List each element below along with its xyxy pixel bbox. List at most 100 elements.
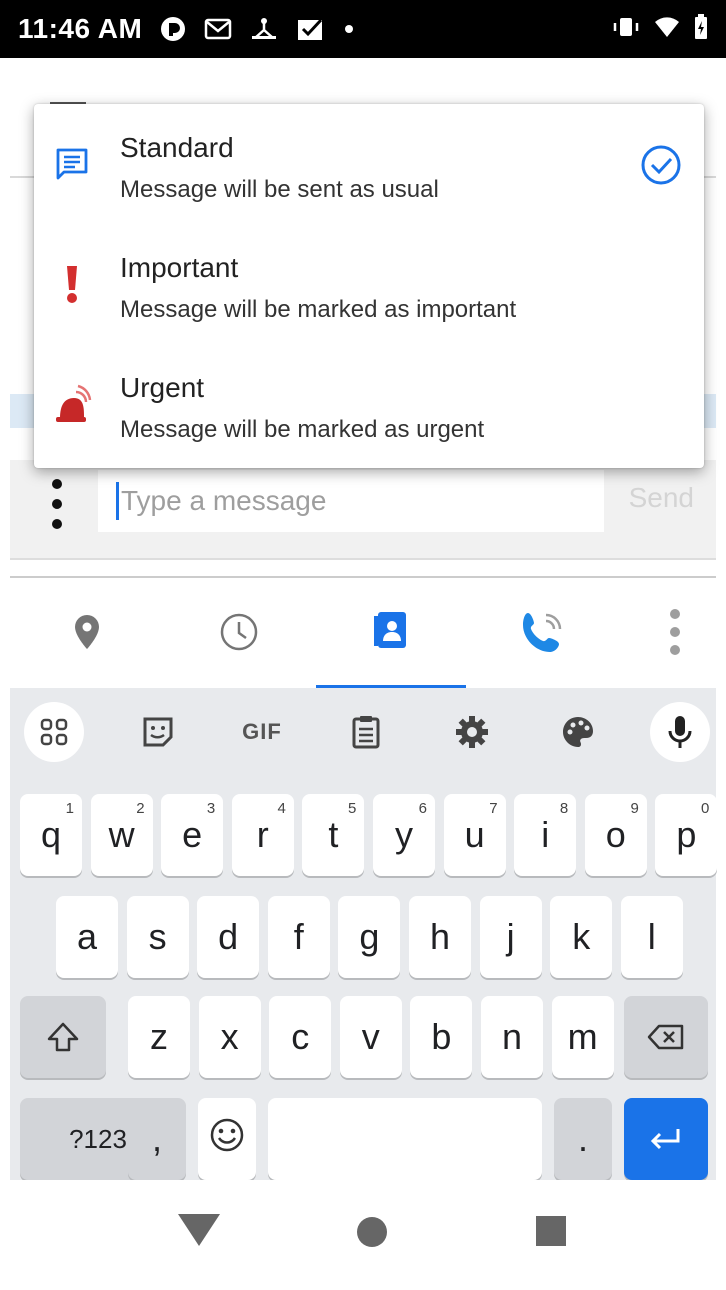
key-label: n: [501, 1016, 523, 1057]
inbox-icon: [296, 16, 326, 42]
mic-icon[interactable]: [650, 702, 710, 762]
key-label: g: [359, 916, 380, 957]
palette-icon[interactable]: [548, 702, 608, 762]
key-d[interactable]: d: [197, 896, 260, 978]
tab-contacts[interactable]: [316, 578, 466, 690]
key-label: e: [182, 814, 203, 855]
attachment-tabs: [10, 576, 716, 690]
status-bar: 11:46 AM: [0, 0, 726, 58]
key-j[interactable]: j: [479, 896, 542, 978]
key-h[interactable]: h: [409, 896, 471, 978]
message-input[interactable]: Type a message: [98, 470, 604, 532]
key-label: f: [293, 916, 304, 957]
keyboard-toolbar: GIF: [10, 688, 716, 780]
key-label: x: [220, 1016, 239, 1057]
key-t[interactable]: t5: [302, 794, 365, 876]
key-i[interactable]: i8: [514, 794, 577, 876]
key-z[interactable]: z: [128, 996, 190, 1078]
gif-label: GIF: [242, 719, 282, 744]
tab-call[interactable]: [468, 578, 618, 690]
tab-location[interactable]: [12, 578, 162, 690]
key-label: r: [256, 814, 269, 855]
key-hint: 1: [65, 800, 74, 817]
key-label: s: [148, 916, 167, 957]
key-hint: 0: [701, 800, 710, 817]
home-icon[interactable]: [354, 1214, 390, 1255]
pocket-cast-icon: [160, 16, 186, 42]
key-hint: 3: [206, 800, 216, 817]
tab-more[interactable]: [600, 578, 726, 690]
key-o[interactable]: o9: [584, 794, 647, 876]
key-x[interactable]: x: [198, 996, 261, 1078]
key-v[interactable]: v: [339, 996, 402, 1078]
key-q[interactable]: q1: [20, 794, 82, 876]
sticker-icon[interactable]: [128, 702, 188, 762]
key-hint: 9: [630, 800, 639, 817]
key-label: d: [218, 916, 239, 957]
priority-option-standard[interactable]: Standard Message will be sent as usual: [34, 104, 704, 224]
key-a[interactable]: a: [56, 896, 118, 978]
period-key[interactable]: .: [554, 1098, 612, 1180]
key-label: j: [506, 916, 515, 957]
dot-icon: [344, 24, 354, 34]
key-y[interactable]: y6: [373, 794, 435, 876]
key-hint: 4: [277, 800, 286, 817]
backspace-key[interactable]: [624, 996, 708, 1078]
wifi-icon: [654, 16, 680, 43]
emoji-icon: [209, 1117, 245, 1162]
option-subtitle: Message will be marked as urgent: [120, 416, 485, 443]
key-w[interactable]: w2: [90, 794, 153, 876]
key-k[interactable]: k: [550, 896, 613, 978]
priority-option-urgent[interactable]: Urgent Message will be marked as urgent: [34, 344, 704, 464]
compose-bar: Type a message Send: [10, 460, 716, 560]
clipboard-icon[interactable]: [336, 702, 396, 762]
enter-key[interactable]: [624, 1098, 708, 1180]
check-circle-icon: [640, 144, 682, 191]
location-pin-icon: [74, 614, 100, 655]
tab-schedule[interactable]: [164, 578, 314, 690]
key-f[interactable]: f: [267, 896, 330, 978]
vibrate-icon: [612, 15, 640, 44]
key-l[interactable]: l: [620, 896, 683, 978]
message-icon: [52, 144, 92, 184]
key-label: m: [567, 1016, 598, 1057]
key-c[interactable]: c: [269, 996, 332, 1078]
back-icon[interactable]: [176, 1210, 222, 1255]
gif-button[interactable]: GIF: [232, 702, 292, 762]
system-nav-bar: [10, 1180, 716, 1280]
battery-icon: [694, 13, 708, 45]
gmail-icon: [204, 18, 232, 40]
key-p[interactable]: p0: [655, 794, 718, 876]
more-vert-icon: [668, 606, 682, 663]
key-m[interactable]: m: [551, 996, 614, 1078]
comma-key[interactable]: ,: [128, 1098, 186, 1180]
key-r[interactable]: r4: [231, 794, 294, 876]
key-b[interactable]: b: [410, 996, 473, 1078]
key-label: i: [541, 814, 550, 855]
key-g[interactable]: g: [338, 896, 401, 978]
key-n[interactable]: n: [481, 996, 543, 1078]
priority-option-important[interactable]: Important Message will be marked as impo…: [34, 224, 704, 344]
more-options-icon[interactable]: [50, 474, 64, 541]
message-placeholder: Type a message: [121, 485, 327, 516]
key-s[interactable]: s: [126, 896, 189, 978]
keyboard: GIF ?123 , . q1w2e3r4t5y6u7i8o9p0asdfghj…: [10, 688, 718, 1246]
option-title: Important: [120, 252, 239, 283]
option-title: Urgent: [120, 372, 205, 403]
key-u[interactable]: u7: [443, 794, 506, 876]
recents-icon[interactable]: [534, 1214, 568, 1253]
shift-key[interactable]: [20, 996, 106, 1078]
clock-icon: [219, 612, 259, 657]
phone-call-icon: [520, 609, 566, 660]
contact-card-icon: [374, 611, 408, 657]
exclamation-icon: [52, 264, 92, 304]
emoji-key[interactable]: [198, 1098, 256, 1180]
send-button[interactable]: Send: [629, 482, 694, 514]
key-e[interactable]: e3: [161, 794, 224, 876]
settings-icon[interactable]: [442, 702, 502, 762]
alarm-icon: [52, 384, 92, 424]
space-key[interactable]: [268, 1098, 542, 1180]
apps-grid-icon[interactable]: [24, 702, 84, 762]
option-title: Standard: [120, 132, 234, 163]
key-hint: 7: [489, 800, 498, 817]
